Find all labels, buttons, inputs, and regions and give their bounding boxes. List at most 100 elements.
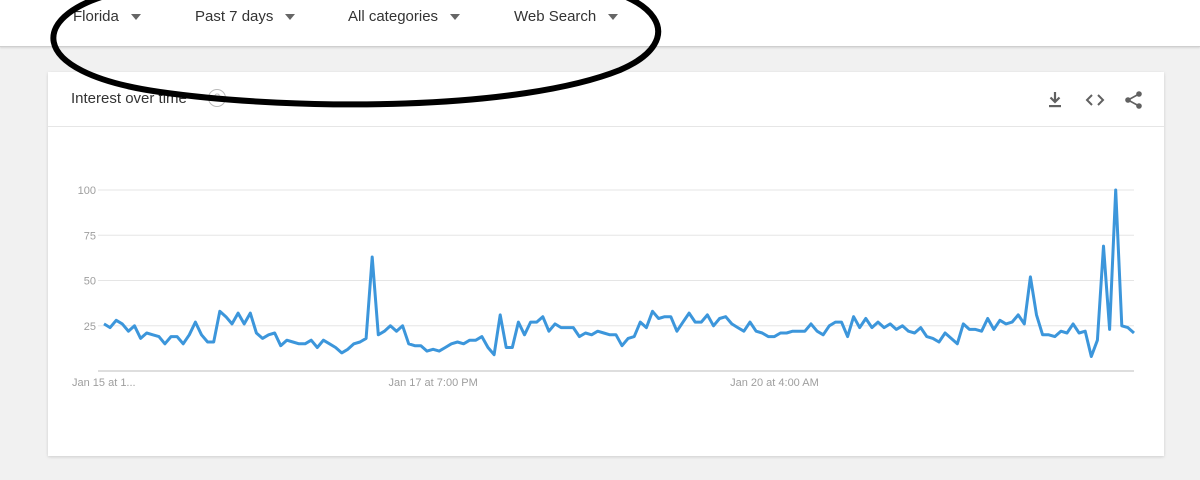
data-point (925, 335, 928, 338)
share-icon[interactable] (1123, 89, 1145, 111)
data-point (426, 350, 429, 353)
data-point (486, 346, 489, 349)
data-point (870, 326, 873, 329)
data-point (694, 321, 697, 324)
data-point (992, 328, 995, 331)
data-point (700, 321, 703, 324)
data-point (273, 331, 276, 334)
data-point (578, 335, 581, 338)
data-point (919, 326, 922, 329)
data-point (145, 331, 148, 334)
data-point (736, 326, 739, 329)
data-point (889, 322, 892, 325)
data-point (584, 331, 587, 334)
data-point (846, 335, 849, 338)
data-point (230, 322, 233, 325)
data-point (304, 342, 307, 345)
interest-line-chart[interactable]: 25 50 75 100 Jan 15 at 1... Jan 17 at 7:00 PM… (48, 126, 1164, 456)
data-point (358, 341, 361, 344)
data-point (1029, 275, 1032, 278)
data-point (535, 321, 538, 324)
data-point (200, 333, 203, 336)
data-point (389, 324, 392, 327)
data-point (1053, 335, 1056, 338)
data-point (986, 317, 989, 320)
data-point (755, 330, 758, 333)
data-point (401, 324, 404, 327)
data-point (1102, 245, 1105, 248)
data-point (572, 326, 575, 329)
data-point (779, 331, 782, 334)
data-point (596, 330, 599, 333)
data-point (474, 339, 477, 342)
search-type-filter-label: Web Search (514, 7, 597, 25)
data-point (974, 328, 977, 331)
data-point (1114, 189, 1117, 192)
interest-series-line (103, 188, 1135, 358)
data-point (450, 342, 453, 345)
x-tick-label: Jan 20 at 4:00 AM (730, 377, 819, 389)
data-point (1072, 322, 1075, 325)
data-point (419, 344, 422, 347)
data-point (1084, 330, 1087, 333)
data-point (1023, 322, 1026, 325)
data-point (1096, 339, 1099, 342)
caret-down-icon (450, 13, 461, 20)
data-point (1041, 333, 1044, 336)
data-point (688, 312, 691, 315)
data-point (761, 331, 764, 334)
data-point (291, 341, 294, 344)
data-point (407, 342, 410, 345)
data-point (554, 322, 557, 325)
location-filter-dropdown[interactable]: Florida (73, 6, 141, 26)
time-range-filter-dropdown[interactable]: Past 7 days (195, 6, 296, 26)
data-point (913, 331, 916, 334)
data-point (767, 335, 770, 338)
data-point (505, 346, 508, 349)
data-point (139, 337, 142, 340)
x-tick-label: Jan 15 at 1... (72, 377, 136, 389)
data-point (121, 322, 124, 325)
data-point (109, 326, 112, 329)
data-point (1090, 355, 1093, 358)
card-header: Interest over time ? (48, 72, 1164, 127)
data-point (352, 342, 355, 345)
data-point (560, 326, 563, 329)
data-point (730, 322, 733, 325)
data-point (377, 333, 380, 336)
download-icon[interactable] (1044, 89, 1066, 111)
help-circle-icon[interactable]: ? (208, 89, 226, 107)
y-tick-label: 50 (84, 276, 96, 288)
data-point (980, 330, 983, 333)
data-point (749, 321, 752, 324)
data-point (791, 330, 794, 333)
data-point (944, 331, 947, 334)
category-filter-dropdown[interactable]: All categories (348, 6, 461, 26)
data-point (834, 321, 837, 324)
data-point (669, 315, 672, 318)
data-point (517, 321, 520, 324)
data-point (133, 324, 136, 327)
data-point (176, 335, 179, 338)
data-point (864, 317, 867, 320)
data-point (310, 339, 313, 342)
data-point (742, 330, 745, 333)
data-point (182, 342, 185, 345)
data-point (1120, 324, 1123, 327)
data-point (645, 326, 648, 329)
x-tick-label: Jan 17 at 7:00 PM (388, 377, 477, 389)
category-filter-label: All categories (348, 7, 439, 25)
data-point (1017, 313, 1020, 316)
y-tick-label: 100 (78, 185, 96, 197)
data-point (1126, 326, 1129, 329)
search-type-filter-dropdown[interactable]: Web Search (514, 6, 619, 26)
data-point (1011, 321, 1014, 324)
data-point (206, 341, 209, 344)
data-point (797, 330, 800, 333)
data-point (529, 321, 532, 324)
data-point (877, 321, 880, 324)
data-point (883, 326, 886, 329)
data-point (840, 321, 843, 324)
data-point (931, 337, 934, 340)
embed-code-icon[interactable] (1084, 89, 1106, 111)
